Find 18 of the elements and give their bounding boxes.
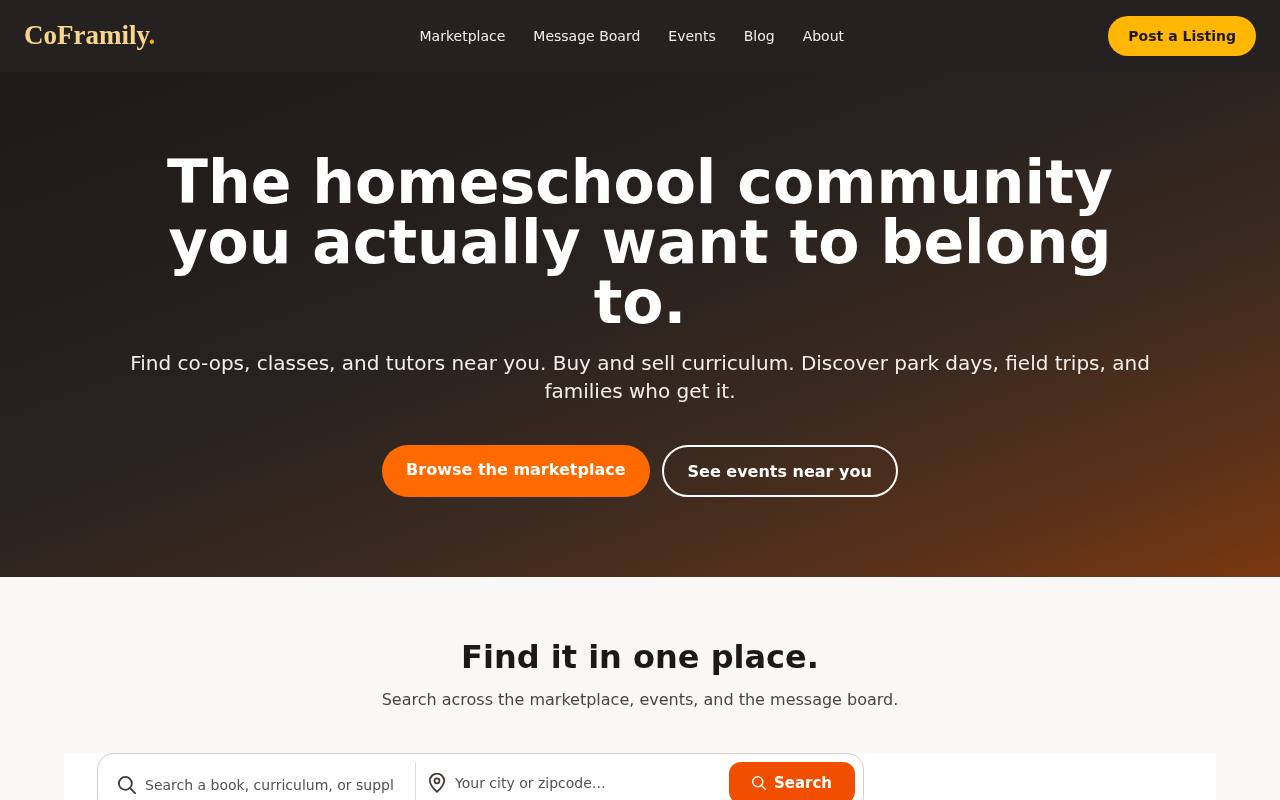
hero-subtitle: Find co-ops, classes, and tutors near you. Buy and sell curriculum. Discover park days, field trips, and families who get it.: [129, 350, 1151, 405]
post-listing-button[interactable]: Post a Listing: [1108, 16, 1256, 56]
search-input[interactable]: Search a book, curriculum, or suppl: [145, 777, 397, 793]
section-title: Find it in one place.: [461, 637, 819, 677]
events-button[interactable]: See events near you: [661, 445, 898, 497]
hero-title: The homeschool community you actually want to belong to.: [166, 152, 1114, 332]
section-subtitle: Search across the marketplace, events, and the message board.: [381, 689, 899, 711]
logo-link[interactable]: CoFramily.: [24, 18, 156, 54]
nav-link[interactable]: About: [802, 26, 845, 46]
search-icon: [118, 776, 136, 794]
nav-link[interactable]: Blog: [743, 26, 775, 46]
search-button[interactable]: Search: [729, 762, 855, 800]
nav-link[interactable]: Message Board: [533, 26, 641, 46]
nav-link[interactable]: Events: [668, 26, 716, 46]
map-pin-icon: [429, 773, 445, 793]
search-icon: [751, 776, 766, 790]
nav-link[interactable]: Marketplace: [419, 26, 506, 46]
location-input[interactable]: Your city or zipcode…: [455, 775, 707, 791]
